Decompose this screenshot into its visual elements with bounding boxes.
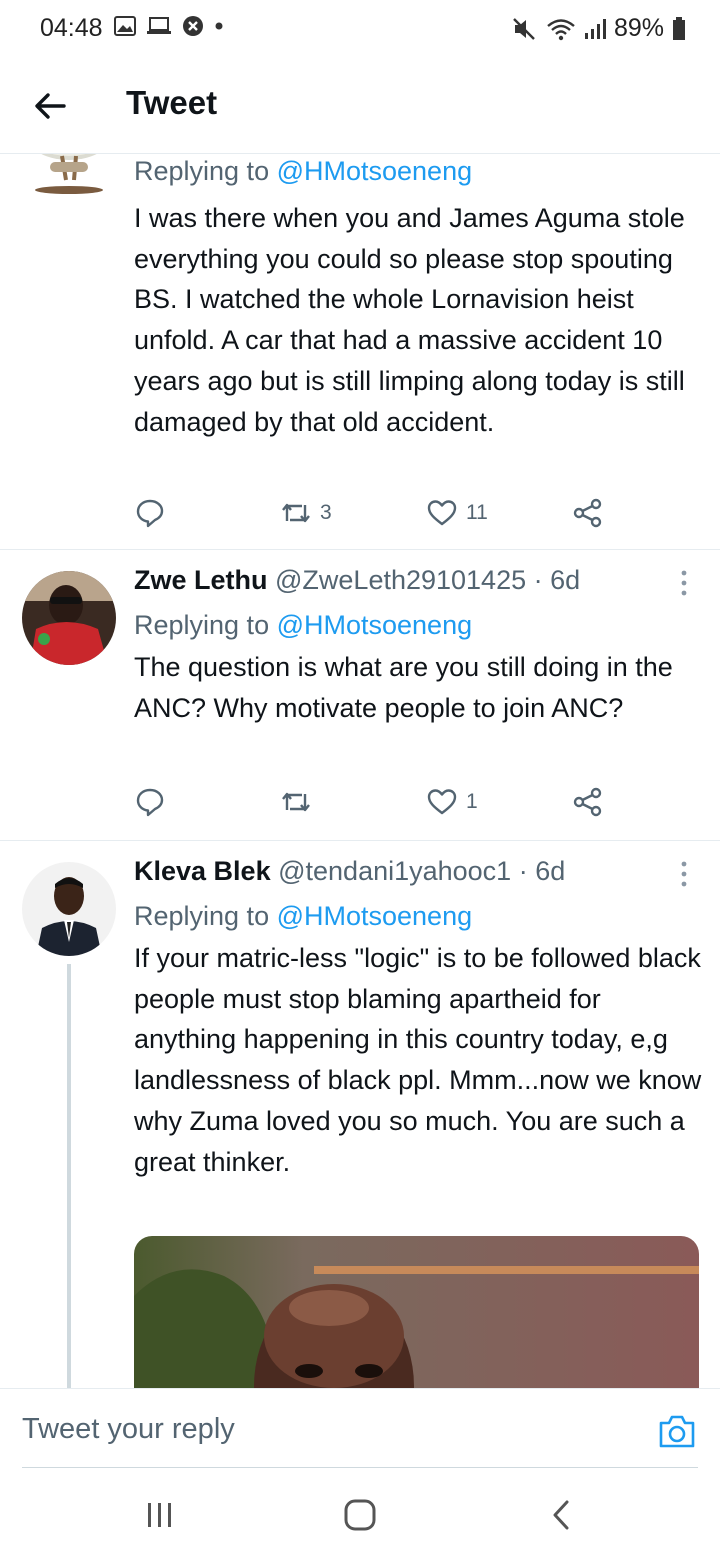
recent-apps-icon — [148, 1503, 171, 1527]
reply-bubble-icon — [136, 499, 164, 528]
replying-to: Replying to @HMotsoeneng — [134, 156, 473, 186]
chevron-left-icon — [553, 1500, 569, 1530]
heart-icon — [427, 789, 457, 815]
reply-tweet[interactable]: Replying to @HMotsoeneng I was there whe… — [0, 154, 720, 550]
tweet-header: Zwe Lethu @ZweLeth29101425 · 6d — [134, 565, 580, 596]
top-app-bar: Tweet — [0, 60, 720, 154]
page-title: Tweet — [126, 84, 218, 121]
battery-icon — [673, 16, 685, 40]
heart-icon — [427, 500, 457, 526]
system-back-button[interactable] — [542, 1499, 582, 1531]
home-icon — [344, 1499, 376, 1531]
reply-tweet[interactable]: Zwe Lethu @ZweLeth29101425 · 6d Replying… — [0, 550, 720, 841]
avatar-image — [22, 571, 116, 665]
system-icons: 89% — [512, 14, 686, 43]
signal-icon — [584, 18, 606, 39]
author-handle-time: @tendani1yahooc1 · 6d — [278, 856, 566, 886]
author-name[interactable]: Kleva Blek — [134, 856, 271, 886]
mention-link[interactable]: @HMotsoeneng — [277, 901, 473, 931]
status-bar: 04:48 89% — [0, 0, 720, 60]
retweet-button[interactable]: 3 — [280, 497, 332, 529]
dot-icon — [215, 22, 223, 30]
tweet-media-image[interactable] — [134, 1236, 699, 1388]
wifi-icon — [547, 18, 575, 40]
author-handle-time: @ZweLeth29101425 · 6d — [275, 565, 581, 595]
author-name[interactable]: Zwe Lethu — [134, 565, 268, 595]
reply-button[interactable] — [134, 786, 166, 818]
home-button[interactable] — [340, 1499, 380, 1531]
battery-percent: 89% — [613, 14, 664, 42]
tweet-header: Kleva Blek @tendani1yahooc1 · 6d — [134, 856, 565, 887]
reply-tweet[interactable]: Kleva Blek @tendani1yahooc1 · 6d Replyin… — [0, 841, 720, 1388]
reply-underline — [22, 1467, 698, 1468]
tweet-feed[interactable]: Replying to @HMotsoeneng I was there whe… — [0, 154, 720, 1388]
more-vertical-icon — [681, 570, 687, 596]
retweet-icon — [282, 792, 310, 812]
tweet-text: If your matric-less "logic" is to be fol… — [134, 943, 702, 1177]
reply-input[interactable]: Tweet your reply — [22, 1389, 622, 1468]
avatar[interactable] — [22, 154, 116, 204]
like-count: 11 — [466, 501, 488, 524]
reply-button[interactable] — [134, 497, 166, 529]
thread-line — [67, 964, 71, 1388]
status-time: 04:48 — [40, 14, 103, 42]
media-photo — [134, 1236, 699, 1388]
reply-composer: Tweet your reply — [0, 1388, 720, 1468]
mute-icon — [513, 17, 535, 40]
like-button[interactable]: 1 — [426, 786, 478, 818]
recent-apps-button[interactable] — [140, 1499, 180, 1531]
more-options-button[interactable] — [674, 568, 694, 598]
replying-to: Replying to @HMotsoeneng — [134, 901, 473, 931]
reply-bubble-icon — [136, 788, 164, 817]
share-icon — [573, 787, 602, 817]
avatar-image — [22, 862, 116, 956]
arrow-left-icon — [35, 93, 66, 119]
tweet-text: The question is what are you still doing… — [134, 652, 673, 723]
retweet-button[interactable] — [280, 786, 320, 818]
retweet-count: 3 — [320, 501, 332, 524]
avatar-image — [35, 154, 103, 194]
more-vertical-icon — [681, 861, 687, 887]
tweet-text: I was there when you and James Aguma sto… — [134, 203, 685, 437]
tweet-actions: 3 11 — [134, 497, 614, 533]
camera-icon — [659, 1415, 695, 1448]
replying-to: Replying to @HMotsoeneng — [134, 610, 473, 640]
share-button[interactable] — [572, 786, 604, 818]
like-count: 1 — [466, 790, 478, 813]
camera-button[interactable] — [658, 1413, 696, 1449]
shield-icon — [183, 16, 203, 36]
mention-link[interactable]: @HMotsoeneng — [277, 156, 473, 186]
tweet-actions: 1 — [134, 786, 614, 822]
share-button[interactable] — [572, 497, 604, 529]
avatar[interactable] — [22, 571, 116, 665]
back-button[interactable] — [30, 86, 70, 126]
mention-link[interactable]: @HMotsoeneng — [277, 610, 473, 640]
retweet-icon — [282, 503, 310, 523]
share-icon — [573, 498, 602, 528]
notification-icons — [114, 15, 224, 37]
laptop-icon — [147, 17, 171, 34]
more-options-button[interactable] — [674, 859, 694, 889]
system-nav-bar — [0, 1469, 720, 1560]
like-button[interactable]: 11 — [426, 497, 488, 529]
avatar[interactable] — [22, 862, 116, 956]
gallery-icon — [114, 16, 136, 36]
